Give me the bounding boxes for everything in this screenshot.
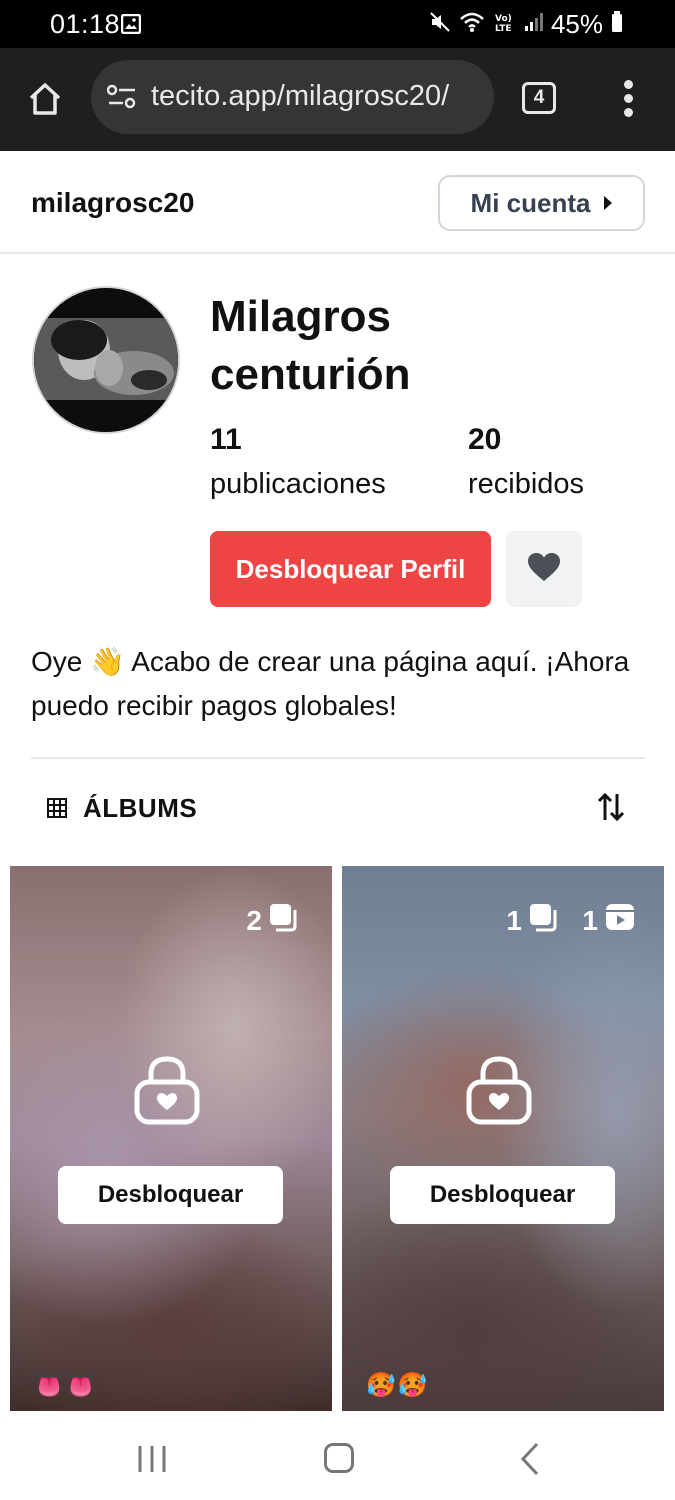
stat-label: publicaciones xyxy=(210,468,386,500)
avatar xyxy=(32,286,180,434)
my-account-label: Mi cuenta xyxy=(470,187,591,218)
album-card[interactable]: 2 Desbloquear 👅👅 xyxy=(10,866,332,1411)
albums-header: ÁLBUMS xyxy=(0,780,675,836)
signal-icon xyxy=(523,12,543,37)
unlock-album-button[interactable]: Desbloquear xyxy=(58,1166,283,1224)
gallery-stack-icon xyxy=(528,902,558,939)
stat-received: 20 recibidos xyxy=(468,420,584,508)
svg-text:LTE: LTE xyxy=(495,24,512,33)
photo-count: 2 xyxy=(246,902,298,939)
battery-icon xyxy=(611,11,623,38)
album-emojis: 🥵🥵 xyxy=(366,1372,430,1399)
caret-right-icon xyxy=(604,196,613,210)
gallery-icon xyxy=(120,13,142,39)
gallery-stack-icon xyxy=(268,902,298,939)
photo-count-value: 1 xyxy=(506,904,522,936)
stat-value: 11 xyxy=(210,423,242,456)
mute-icon xyxy=(429,11,451,38)
profile-name: Milagros centurión xyxy=(210,292,411,399)
recent-apps-icon[interactable] xyxy=(137,1444,167,1479)
svg-text:Vo): Vo) xyxy=(495,14,512,24)
grid-icon xyxy=(47,798,67,823)
photo-count-value: 2 xyxy=(246,904,262,936)
lock-heart-icon xyxy=(464,1054,534,1131)
address-bar[interactable]: tecito.app/milagrosc20/ xyxy=(91,60,494,134)
system-navigation-bar xyxy=(0,1411,675,1500)
url-text[interactable]: tecito.app/milagrosc20/ xyxy=(151,80,449,113)
status-bar: 01:18 Vo) LTE 45% xyxy=(0,0,675,48)
sort-icon[interactable] xyxy=(597,792,625,827)
lock-heart-icon xyxy=(132,1054,202,1131)
wifi-icon xyxy=(459,11,485,38)
photo-count: 1 xyxy=(506,902,558,939)
status-time: 01:18 xyxy=(50,9,121,39)
stat-value: 20 xyxy=(468,423,502,456)
overflow-menu-icon[interactable] xyxy=(624,80,634,122)
favorite-button[interactable] xyxy=(506,531,582,607)
site-settings-icon[interactable] xyxy=(106,84,137,115)
home-icon[interactable] xyxy=(26,80,64,123)
my-account-button[interactable]: Mi cuenta xyxy=(438,175,645,231)
heart-icon xyxy=(527,552,561,587)
unlock-profile-button[interactable]: Desbloquear Perfil xyxy=(210,531,491,607)
video-count: 1 xyxy=(582,902,636,939)
browser-toolbar: tecito.app/milagrosc20/ 4 xyxy=(0,48,675,151)
divider xyxy=(31,757,645,759)
tab-switcher-button[interactable]: 4 xyxy=(522,82,556,114)
header-username: milagrosc20 xyxy=(31,187,195,218)
video-count-value: 1 xyxy=(582,904,598,936)
site-header: milagrosc20 Mi cuenta xyxy=(0,151,675,254)
unlock-album-button[interactable]: Desbloquear xyxy=(390,1166,615,1224)
stat-publications: 11 publicaciones xyxy=(210,420,386,508)
profile-bio: Oye 👋 Acabo de crear una página aquí. ¡A… xyxy=(31,646,630,721)
stat-label: recibidos xyxy=(468,468,585,500)
home-nav-icon[interactable] xyxy=(324,1443,354,1473)
album-emojis: 👅👅 xyxy=(34,1372,98,1399)
volte-icon: Vo) LTE xyxy=(493,11,515,38)
album-card[interactable]: 1 1 Desbloquear 🥵🥵 xyxy=(342,866,664,1411)
battery-percentage: 45% xyxy=(550,9,603,39)
video-icon xyxy=(604,902,636,939)
albums-label: ÁLBUMS xyxy=(83,793,198,823)
back-icon[interactable] xyxy=(520,1442,540,1481)
